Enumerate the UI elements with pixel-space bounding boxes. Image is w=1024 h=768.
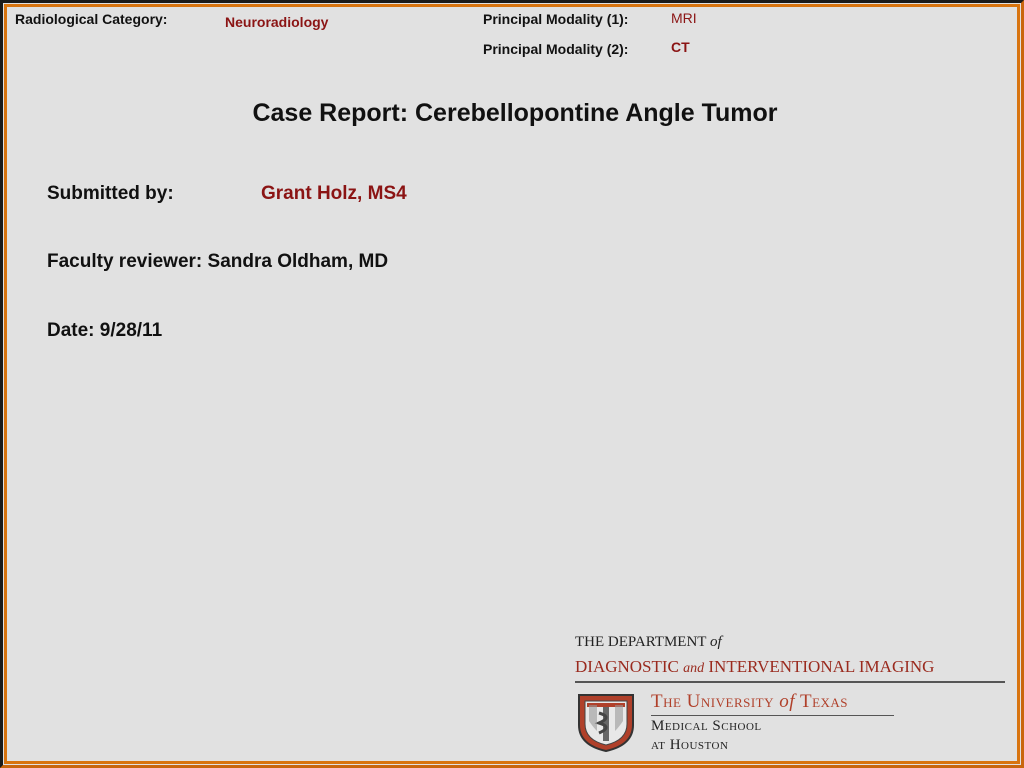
slide: Radiological Category: Neuroradiology Pr…	[0, 0, 1024, 768]
ut-seal-icon	[578, 694, 634, 753]
ut-line1: The University of Texas	[651, 691, 848, 713]
dept-line2: DIAGNOSTIC and INTERVENTIONAL IMAGING	[575, 657, 934, 677]
dept-line1-b: of	[709, 634, 722, 650]
dept-line1-a: THE DEPARTMENT	[575, 634, 707, 650]
ut-line1-c: Texas	[799, 691, 849, 712]
modality2-label: Principal Modality (2):	[483, 41, 629, 57]
logo-divider	[575, 681, 1005, 683]
modality1-label: Principal Modality (1):	[483, 11, 629, 27]
submitted-value: Grant Holz, MS4	[261, 183, 407, 204]
category-label: Radiological Category:	[15, 11, 168, 27]
ut-line3: at Houston	[651, 737, 729, 753]
dept-line2-c: INTERVENTIONAL IMAGING	[708, 657, 935, 676]
faculty-reviewer: Faculty reviewer: Sandra Oldham, MD	[47, 251, 389, 272]
ut-divider	[651, 715, 894, 716]
category-value: Neuroradiology	[225, 14, 329, 30]
modality1-value: MRI	[671, 10, 697, 26]
submitted-label: Submitted by:	[47, 183, 174, 204]
date: Date: 9/28/11	[47, 320, 163, 341]
dept-line1: THE DEPARTMENT of	[575, 634, 722, 651]
dept-line2-b: and	[683, 661, 705, 676]
ut-line2: Medical School	[651, 718, 762, 734]
ut-line1-b: of	[779, 691, 796, 712]
dept-line2-a: DIAGNOSTIC	[575, 657, 679, 676]
page-title: Case Report: Cerebellopontine Angle Tumo…	[252, 99, 778, 127]
ut-line1-a: The University	[651, 691, 775, 712]
modality2-value: CT	[671, 39, 690, 55]
